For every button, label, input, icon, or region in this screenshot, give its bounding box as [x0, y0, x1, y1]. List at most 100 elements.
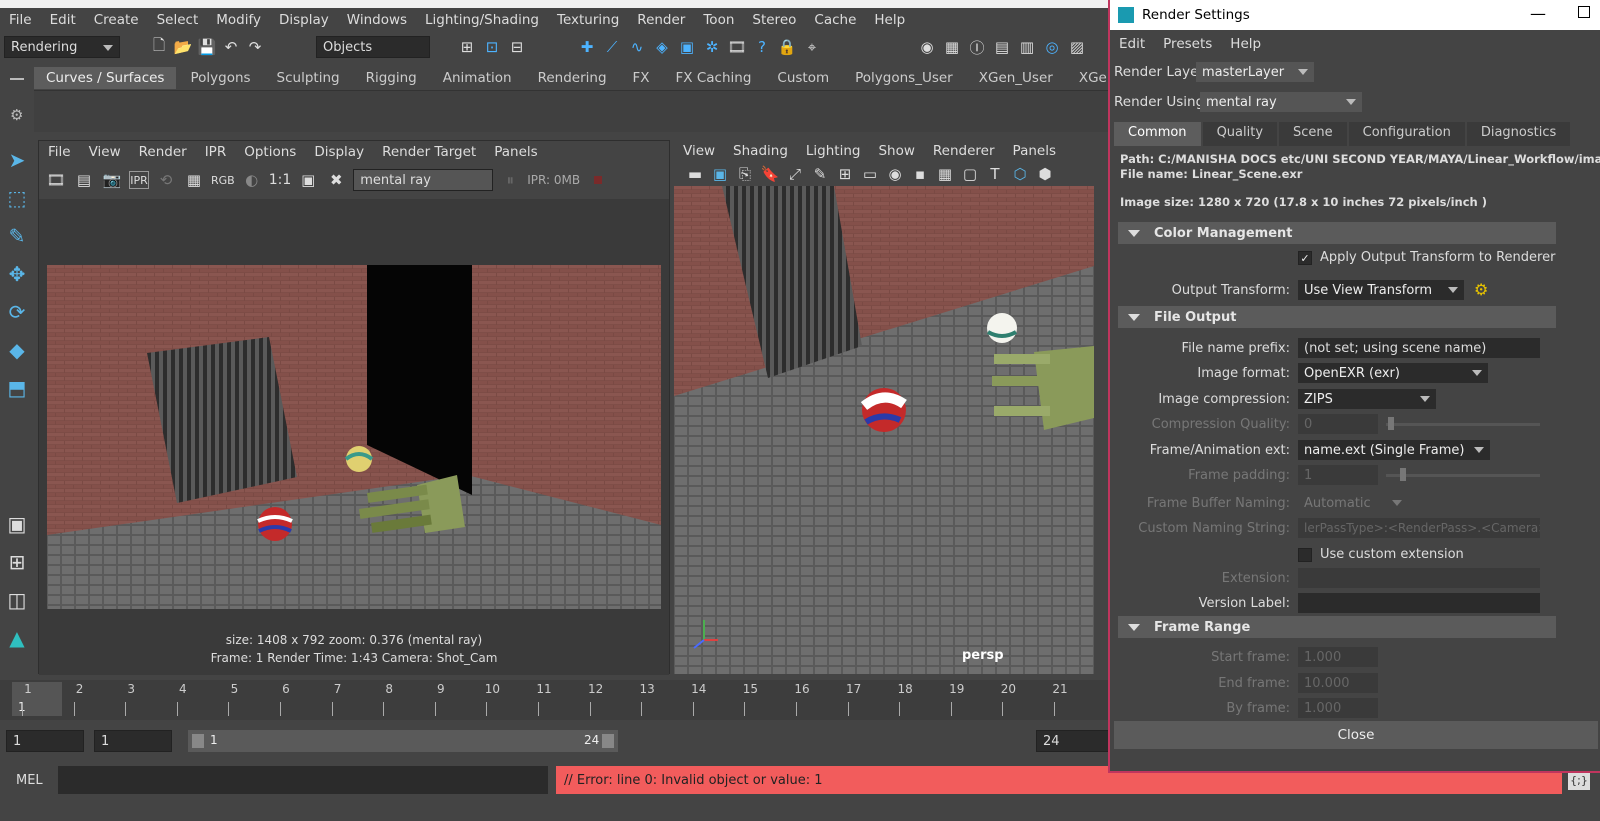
- render-current-icon[interactable]: ▦: [941, 36, 963, 58]
- history-icon[interactable]: ✲: [701, 36, 723, 58]
- close-button[interactable]: Close: [1114, 721, 1598, 749]
- section-file-output[interactable]: File Output: [1118, 306, 1556, 328]
- undo-icon[interactable]: ↶: [220, 36, 242, 58]
- gate-mask-icon[interactable]: ▪: [909, 163, 931, 185]
- menu-modify[interactable]: Modify: [207, 12, 270, 28]
- menu-windows[interactable]: Windows: [338, 12, 416, 28]
- ipr-icon[interactable]: IPR: [129, 171, 149, 189]
- tab-diagnostics[interactable]: Diagnostics: [1466, 122, 1571, 146]
- redo-render-icon[interactable]: 🎞: [45, 169, 67, 191]
- keep-image-icon[interactable]: ▣: [297, 169, 319, 191]
- shelf-tab-animation[interactable]: Animation: [431, 67, 524, 89]
- section-frame-range[interactable]: Frame Range: [1118, 616, 1556, 638]
- menu-texturing[interactable]: Texturing: [548, 12, 628, 28]
- compression-quality-slider[interactable]: [1386, 423, 1540, 426]
- stop-icon[interactable]: [594, 176, 603, 184]
- mel-label[interactable]: MEL: [16, 773, 43, 788]
- vp-menu-view[interactable]: View: [674, 143, 724, 159]
- open-scene-icon[interactable]: 📂: [172, 36, 194, 58]
- wireframe-icon[interactable]: ⬡: [1009, 163, 1031, 185]
- menu-render[interactable]: Render: [628, 12, 694, 28]
- last-tool-icon[interactable]: ⬒: [2, 370, 32, 406]
- tab-configuration[interactable]: Configuration: [1348, 122, 1465, 146]
- menu-icon[interactable]: [10, 78, 24, 80]
- grease-pencil-icon[interactable]: ✎: [809, 163, 831, 185]
- end-frame-input[interactable]: 10.000: [1298, 673, 1378, 693]
- compression-quality-handle[interactable]: [1388, 417, 1394, 430]
- vp-menu-show[interactable]: Show: [869, 143, 923, 159]
- use-custom-extension-checkbox[interactable]: [1298, 548, 1312, 562]
- layout-two-icon[interactable]: ◫: [2, 582, 32, 618]
- move-tool-icon[interactable]: ✥: [2, 256, 32, 292]
- field-chart-icon[interactable]: ▦: [934, 163, 956, 185]
- image-format-dropdown[interactable]: OpenEXR (exr): [1298, 363, 1488, 383]
- render-layer-dropdown[interactable]: masterLayer: [1196, 62, 1314, 82]
- render-view-icon[interactable]: ◉: [916, 36, 938, 58]
- gear-icon[interactable]: ⚙: [1474, 280, 1488, 299]
- menu-set-dropdown[interactable]: Rendering: [4, 36, 120, 58]
- image-plane-icon[interactable]: 🔖: [759, 163, 781, 185]
- ipr-render-icon[interactable]: Ⓘ: [966, 36, 988, 58]
- menu-stereo[interactable]: Stereo: [743, 12, 805, 28]
- refresh-ipr-icon[interactable]: ⟲: [155, 169, 177, 191]
- shelf-tab-sculpting[interactable]: Sculpting: [265, 67, 352, 89]
- menu-select[interactable]: Select: [148, 12, 208, 28]
- select-object-icon[interactable]: ⊡: [481, 36, 503, 58]
- menu-help[interactable]: Help: [865, 12, 914, 28]
- snap-point-icon[interactable]: ∿: [626, 36, 648, 58]
- frame-padding-handle[interactable]: [1400, 468, 1406, 481]
- safe-title-icon[interactable]: T: [984, 163, 1006, 185]
- apply-output-transform-checkbox[interactable]: ✓: [1298, 251, 1312, 265]
- new-scene-icon[interactable]: 🗋: [148, 36, 170, 58]
- snapshot-icon[interactable]: 📷: [101, 169, 123, 191]
- menu-create[interactable]: Create: [85, 12, 148, 28]
- render-region-icon[interactable]: ▤: [73, 169, 95, 191]
- rv-menu-view[interactable]: View: [80, 144, 130, 160]
- mel-input[interactable]: [58, 766, 548, 794]
- rv-menu-render-target[interactable]: Render Target: [373, 144, 485, 160]
- render-view-canvas[interactable]: size: 1408 x 792 zoom: 0.376 (mental ray…: [39, 199, 669, 675]
- rv-menu-file[interactable]: File: [39, 144, 80, 160]
- layout-four-icon[interactable]: ⊞: [2, 544, 32, 580]
- rs-menu-presets[interactable]: Presets: [1154, 36, 1221, 52]
- snap-view-plane-icon[interactable]: ◈: [651, 36, 673, 58]
- bookmark-icon[interactable]: ⎘: [734, 163, 756, 185]
- rv-menu-options[interactable]: Options: [235, 144, 305, 160]
- selection-mask-dropdown[interactable]: Objects: [316, 36, 430, 58]
- safe-action-icon[interactable]: ▢: [959, 163, 981, 185]
- vp-menu-panels[interactable]: Panels: [1004, 143, 1065, 159]
- alpha-icon[interactable]: ◐: [241, 169, 263, 191]
- compression-quality-input[interactable]: 0: [1298, 414, 1378, 434]
- shelf-tab-rigging[interactable]: Rigging: [354, 67, 429, 89]
- render-layer-icon[interactable]: ▨: [1066, 36, 1088, 58]
- ratio-label[interactable]: 1:1: [269, 172, 292, 188]
- rv-menu-render[interactable]: Render: [130, 144, 196, 160]
- range-slider-bar[interactable]: 1 24: [188, 730, 618, 752]
- tab-scene[interactable]: Scene: [1279, 122, 1347, 146]
- remove-image-icon[interactable]: ✖: [325, 169, 347, 191]
- lock-icon[interactable]: 🔒: [776, 36, 798, 58]
- hypershade-icon[interactable]: ▥: [1016, 36, 1038, 58]
- maximize-icon[interactable]: [1578, 6, 1590, 18]
- grid-icon[interactable]: ⊞: [834, 163, 856, 185]
- select-component-icon[interactable]: ⊟: [506, 36, 528, 58]
- select-camera-icon[interactable]: ▬: [684, 163, 706, 185]
- select-tool-icon[interactable]: ➤: [2, 142, 32, 178]
- two-d-pan-icon[interactable]: ⤢: [784, 163, 806, 185]
- rotate-tool-icon[interactable]: ⟳: [2, 294, 32, 330]
- layout-single-icon[interactable]: ▣: [2, 506, 32, 542]
- renderer-field[interactable]: mental ray: [353, 169, 494, 191]
- render-settings-icon[interactable]: ▤: [991, 36, 1013, 58]
- shelf-tab-xgen-user[interactable]: XGen_User: [967, 67, 1065, 89]
- viewport-scene[interactable]: persp: [674, 186, 1094, 674]
- menu-edit[interactable]: Edit: [41, 12, 85, 28]
- shelf-tab-polygons[interactable]: Polygons: [178, 67, 262, 89]
- rv-menu-panels[interactable]: Panels: [485, 144, 546, 160]
- section-color-management[interactable]: Color Management: [1118, 222, 1556, 244]
- film-gate-icon[interactable]: ▭: [859, 163, 881, 185]
- menu-file[interactable]: File: [0, 12, 41, 28]
- snap-curve-icon[interactable]: ⟋: [601, 36, 623, 58]
- tab-quality[interactable]: Quality: [1202, 122, 1278, 146]
- time-slider[interactable]: 1 123456789101112131415161718192021: [0, 680, 1110, 720]
- range-start-handle[interactable]: [192, 734, 204, 748]
